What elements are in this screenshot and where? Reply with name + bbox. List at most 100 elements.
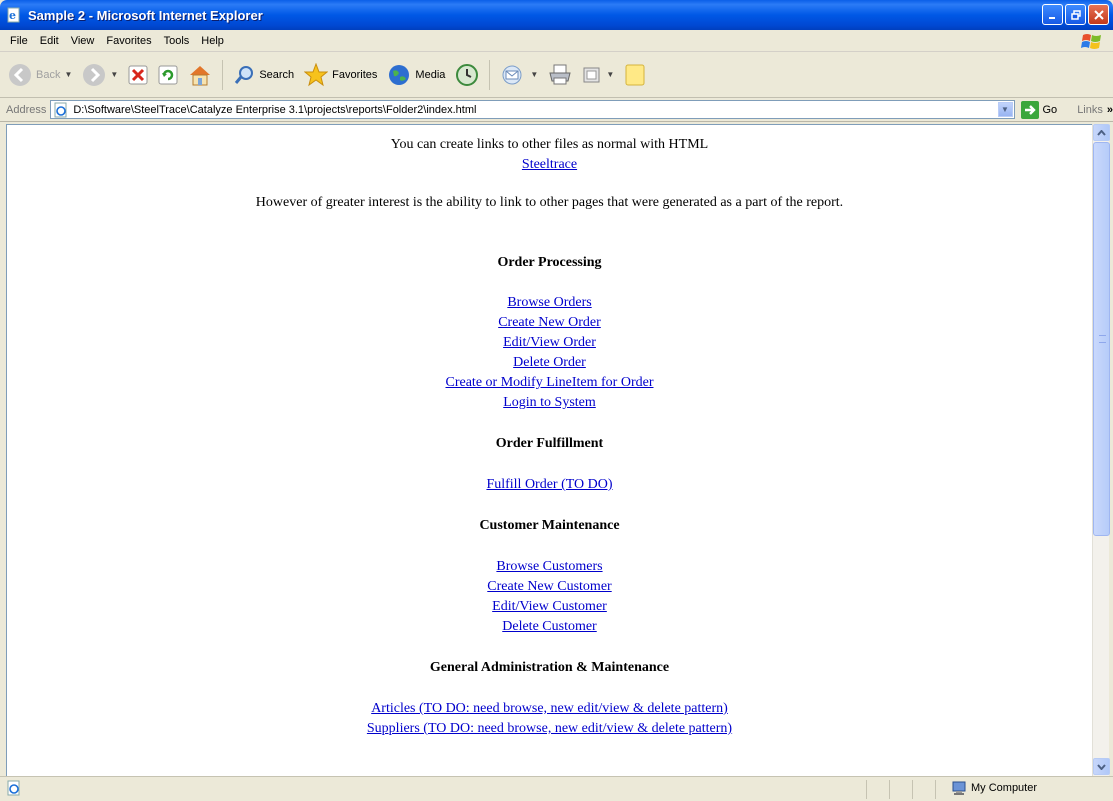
link-fulfill-order[interactable]: Fulfill Order (TO DO) xyxy=(486,477,612,492)
address-url: D:\Software\SteelTrace\Catalyze Enterpri… xyxy=(73,103,477,116)
edit-button[interactable]: ▼ xyxy=(578,58,618,92)
scroll-up-button[interactable] xyxy=(1093,124,1110,141)
menu-favorites[interactable]: Favorites xyxy=(100,33,157,49)
stop-icon xyxy=(128,65,148,84)
go-label: Go xyxy=(1042,103,1058,116)
status-pane-divider xyxy=(912,780,913,799)
forward-button[interactable]: ▼ xyxy=(78,58,122,92)
status-bar: My Computer xyxy=(0,776,1113,801)
toolbar: Back ▼ ▼ Search Favorites Media ▼ ▼ xyxy=(0,52,1113,98)
toolbar-separator xyxy=(489,59,491,90)
intro-text: You can create links to other files as n… xyxy=(390,137,709,152)
home-button[interactable] xyxy=(184,58,216,92)
address-bar: Address D:\Software\SteelTrace\Catalyze … xyxy=(0,98,1113,122)
search-button[interactable]: Search xyxy=(229,58,298,92)
search-icon xyxy=(235,65,254,84)
link-edit-view-order[interactable]: Edit/View Order xyxy=(503,335,596,350)
forward-dropdown-icon[interactable]: ▼ xyxy=(110,70,118,79)
menu-edit[interactable]: Edit xyxy=(34,33,65,49)
menu-bar: File Edit View Favorites Tools Help xyxy=(0,30,1113,52)
svg-text:e: e xyxy=(9,9,16,22)
section-heading-general-admin: General Administration & Maintenance xyxy=(429,660,670,675)
address-label: Address xyxy=(6,103,47,116)
status-pane-divider xyxy=(889,780,890,799)
status-pane-divider xyxy=(866,780,867,799)
edit-dropdown-icon[interactable]: ▼ xyxy=(606,70,614,79)
edit-page-icon xyxy=(583,67,600,82)
discuss-button[interactable] xyxy=(620,58,650,92)
minimize-icon xyxy=(1048,16,1055,19)
back-arrow-icon xyxy=(9,63,31,86)
scroll-thumb[interactable] xyxy=(1093,142,1110,536)
scroll-down-button[interactable] xyxy=(1093,758,1110,775)
chevron-down-icon xyxy=(1097,763,1106,770)
vertical-scrollbar[interactable] xyxy=(1092,124,1110,776)
interest-text: However of greater interest is the abili… xyxy=(255,195,844,210)
back-button[interactable]: Back ▼ xyxy=(4,58,76,92)
zone-label: My Computer xyxy=(971,782,1038,794)
media-globe-icon xyxy=(389,64,410,85)
menu-view[interactable]: View xyxy=(65,33,101,49)
steeltrace-link[interactable]: Steeltrace xyxy=(522,155,577,175)
back-label: Back xyxy=(36,68,61,81)
security-zone[interactable]: My Computer xyxy=(951,780,1037,796)
windows-flag-icon xyxy=(1079,32,1105,52)
my-computer-icon xyxy=(952,781,966,795)
go-button[interactable]: Go xyxy=(1020,100,1058,119)
link-delete-order[interactable]: Delete Order xyxy=(513,355,586,370)
stop-button[interactable] xyxy=(124,58,152,92)
links-toolbar[interactable]: Links xyxy=(1077,104,1103,116)
home-icon xyxy=(190,65,211,85)
close-button[interactable] xyxy=(1088,4,1109,25)
close-icon xyxy=(1093,9,1104,20)
print-button[interactable] xyxy=(544,58,576,92)
history-clock-icon xyxy=(456,63,479,86)
forward-arrow-icon xyxy=(83,63,106,86)
minimize-button[interactable] xyxy=(1042,4,1063,25)
title-bar[interactable]: e Sample 2 - Microsoft Internet Explorer xyxy=(0,0,1113,30)
media-label: Media xyxy=(415,68,446,81)
scroll-grip xyxy=(1099,335,1106,343)
link-articles[interactable]: Articles (TO DO: need browse, new edit/v… xyxy=(371,701,728,716)
mail-icon xyxy=(502,65,522,84)
address-input[interactable]: D:\Software\SteelTrace\Catalyze Enterpri… xyxy=(50,100,1015,119)
refresh-icon xyxy=(158,65,178,84)
note-icon xyxy=(625,64,645,85)
section-heading-customer-maintenance: Customer Maintenance xyxy=(479,518,620,533)
favorites-label: Favorites xyxy=(332,68,378,81)
section-heading-order-processing: Order Processing xyxy=(497,255,602,270)
menu-file[interactable]: File xyxy=(4,33,34,49)
links-chevron-icon[interactable]: » xyxy=(1107,104,1113,116)
mail-dropdown-icon[interactable]: ▼ xyxy=(530,70,538,79)
toolbar-separator xyxy=(222,59,224,90)
favorites-button[interactable]: Favorites xyxy=(300,58,381,92)
link-create-new-customer[interactable]: Create New Customer xyxy=(487,579,611,594)
media-button[interactable]: Media xyxy=(383,58,449,92)
favorites-star-icon xyxy=(304,62,329,86)
ie-page-icon: e xyxy=(6,7,22,23)
link-create-new-order[interactable]: Create New Order xyxy=(498,315,601,330)
link-login-to-system[interactable]: Login to System xyxy=(503,395,596,410)
link-delete-customer[interactable]: Delete Customer xyxy=(502,619,596,634)
status-page-icon xyxy=(6,780,22,799)
search-label: Search xyxy=(259,68,295,81)
page-content: You can create links to other files as n… xyxy=(6,124,1092,776)
link-suppliers[interactable]: Suppliers (TO DO: need browse, new edit/… xyxy=(367,721,732,736)
link-edit-view-customer[interactable]: Edit/View Customer xyxy=(492,599,607,614)
link-browse-customers[interactable]: Browse Customers xyxy=(496,559,602,574)
mail-button[interactable]: ▼ xyxy=(496,58,542,92)
address-dropdown-icon[interactable]: ▼ xyxy=(997,102,1013,117)
history-button[interactable] xyxy=(451,58,483,92)
back-dropdown-icon[interactable]: ▼ xyxy=(64,70,72,79)
page-icon xyxy=(54,102,67,117)
chevron-up-icon xyxy=(1097,129,1106,136)
printer-icon xyxy=(549,64,571,84)
link-browse-orders[interactable]: Browse Orders xyxy=(507,295,591,310)
restore-icon xyxy=(1070,9,1081,20)
restore-button[interactable] xyxy=(1065,4,1086,25)
go-arrow-icon xyxy=(1020,100,1039,119)
link-create-modify-lineitem[interactable]: Create or Modify LineItem for Order xyxy=(446,375,654,390)
refresh-button[interactable] xyxy=(154,58,182,92)
menu-help[interactable]: Help xyxy=(195,33,230,49)
menu-tools[interactable]: Tools xyxy=(158,33,196,49)
